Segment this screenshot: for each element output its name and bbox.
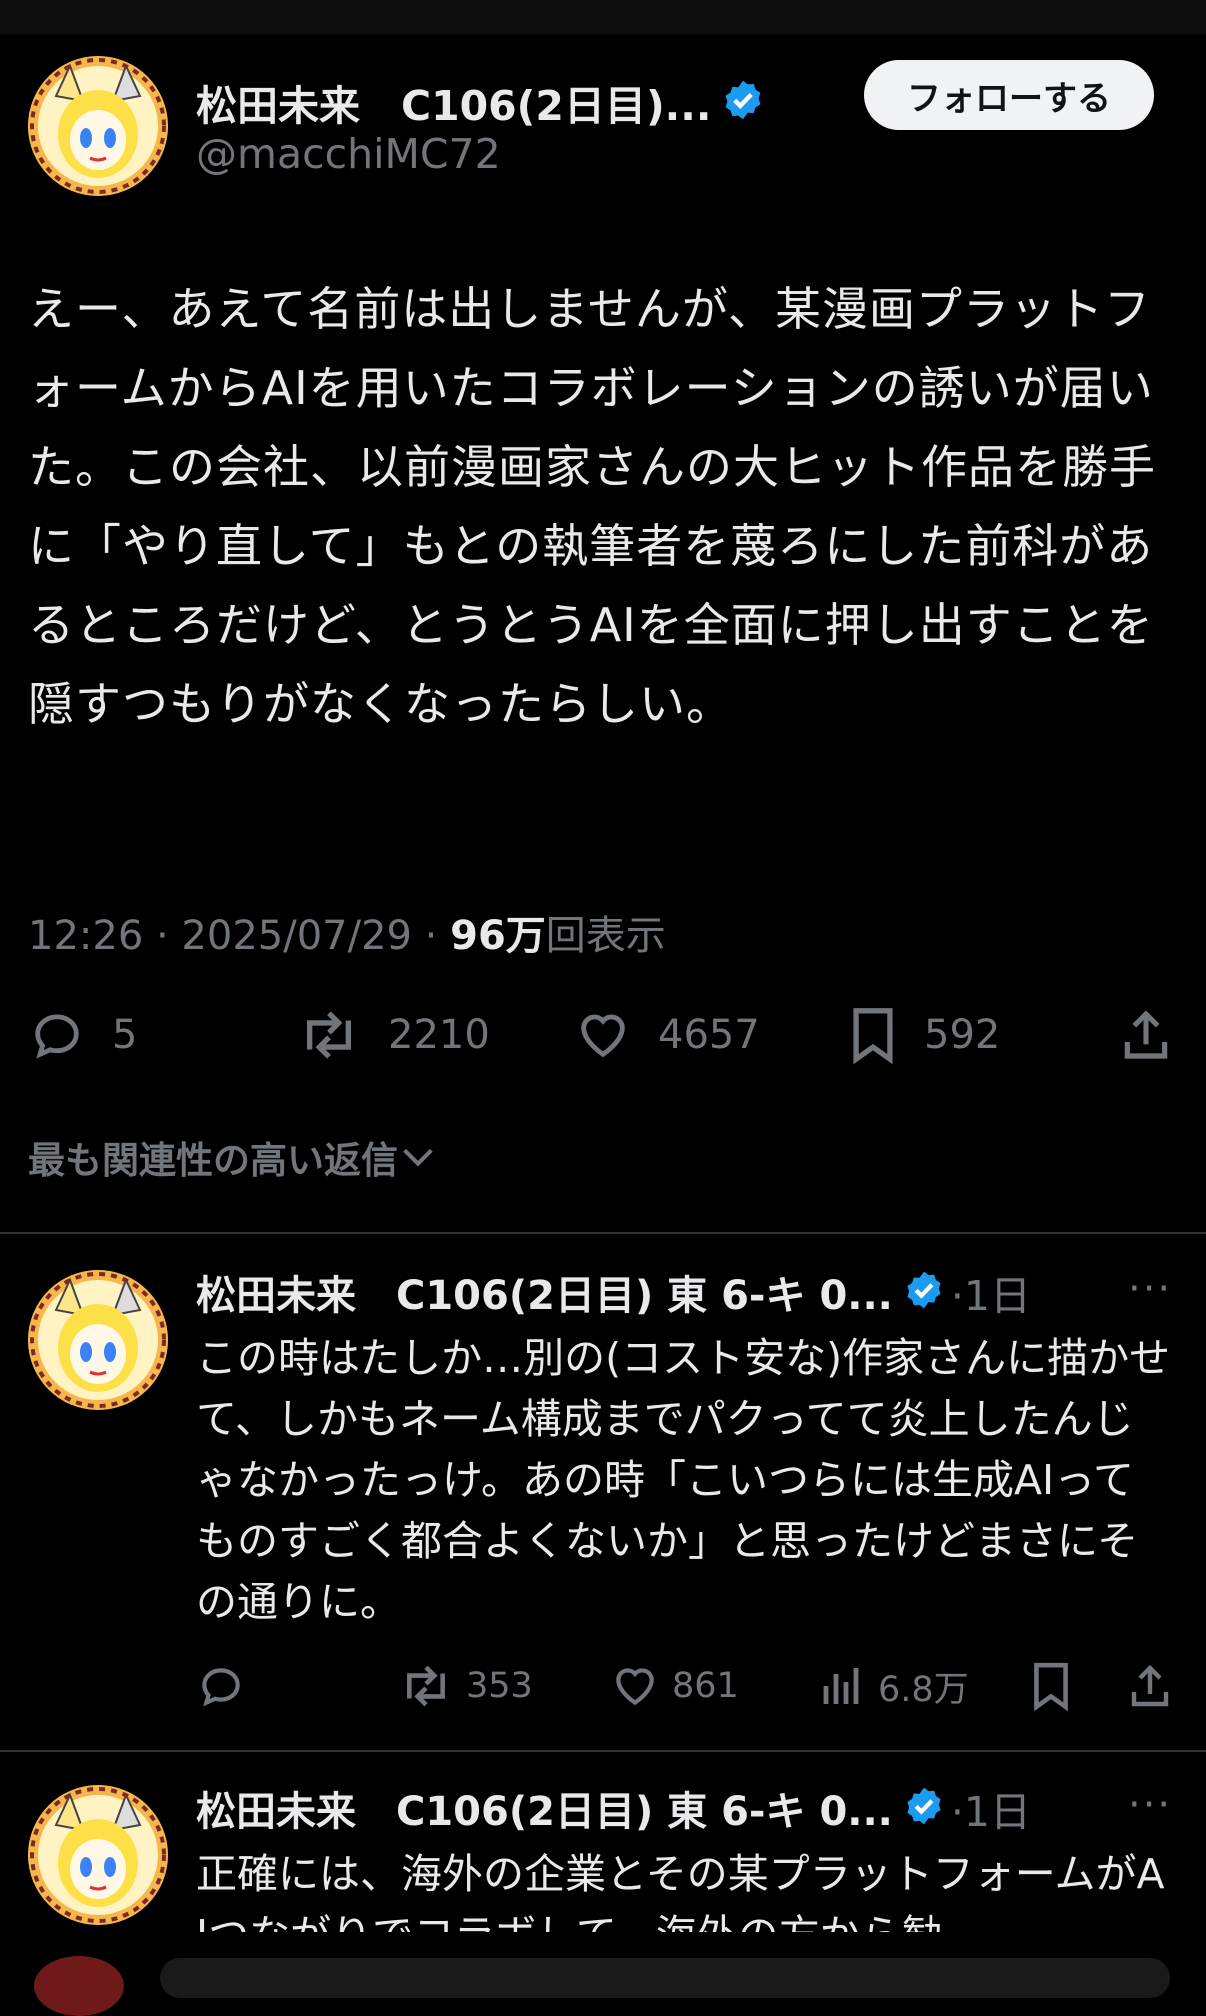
reply-like-count: 861 (672, 1666, 739, 1706)
author-avatar[interactable] (28, 56, 168, 196)
post-body: えー、あえて名前は出しませんが、某漫画プラットフォームからAIを用いたコラボレー… (28, 282, 1156, 731)
reply-sort-label: 最も関連性の高い返信 (28, 1139, 398, 1182)
bookmark-icon (1034, 1662, 1068, 1711)
heart-icon (581, 1014, 625, 1058)
bookmark-button[interactable]: 592 (848, 1000, 1000, 1070)
reply-repost-button[interactable]: 353 (398, 1656, 533, 1716)
view-count-label: 回表示 (545, 913, 666, 959)
reply-body: 正確には、海外の企業とその某プラットフォームがAIつながりでコラボして、海外の方… (196, 1850, 1165, 1932)
reply-action-bar: 353 861 6.8万 (0, 1656, 1206, 1716)
share-button[interactable] (1118, 1000, 1200, 1070)
reply-icon (35, 1014, 79, 1059)
heart-icon (616, 1668, 654, 1706)
follow-button[interactable]: フォローする (864, 60, 1154, 130)
reply-author-row: 松田未来 C106(2日目) 東 6-キ 0... ·1日 (196, 1778, 1031, 1838)
reply-view-count: 6.8万 (878, 1669, 969, 1710)
reply-author-name[interactable]: 松田未来 C106(2日目) 東 6-キ 0... (196, 1263, 893, 1321)
reply-count: 5 (112, 1012, 138, 1058)
reply-time[interactable]: ·1日 (951, 1262, 1031, 1322)
reply-sort-dropdown[interactable]: 最も関連性の高い返信 (28, 1130, 438, 1184)
reply-repost-count: 353 (466, 1666, 533, 1706)
reply-like-button[interactable]: 861 (610, 1656, 739, 1716)
more-options-icon[interactable]: ··· (1128, 1782, 1172, 1828)
reply-body: この時はたしか…別の(コスト安な)作家さんに描かせて、しかもネーム構成までパクっ… (196, 1334, 1171, 1626)
reply-time[interactable]: ·1日 (951, 1778, 1031, 1838)
reply-author-name[interactable]: 松田未来 C106(2日目) 東 6-キ 0... (196, 1779, 893, 1837)
reply-icon (202, 1668, 240, 1707)
view-count: 96万 (450, 913, 546, 959)
share-icon (1124, 1010, 1168, 1059)
reply-share-button[interactable] (1126, 1656, 1186, 1716)
verified-badge-icon (903, 1785, 945, 1831)
avatar-image-icon (28, 56, 168, 196)
compose-avatar (34, 1956, 124, 2016)
author-handle[interactable]: @macchiMC72 (196, 130, 501, 178)
repost-icon (307, 1011, 351, 1059)
analytics-icon (823, 1668, 859, 1704)
reply-author-row: 松田未来 C106(2日目) 東 6-キ 0... ·1日 (196, 1262, 1031, 1322)
reply-compose-input[interactable] (160, 1958, 1170, 1998)
post-timestamp[interactable]: 12:26 · 2025/07/29 · (28, 913, 450, 959)
post-action-bar: 5 2210 4657 592 (0, 1000, 1206, 1070)
author-name[interactable]: 松田未来 C106(2日目)... (196, 72, 711, 132)
reply-bookmark-button[interactable] (1030, 1656, 1084, 1716)
bookmark-icon (853, 1008, 893, 1064)
verified-badge-icon (903, 1269, 945, 1315)
avatar-image-icon (28, 1785, 168, 1925)
reply-button[interactable]: 5 (28, 1000, 137, 1070)
like-button[interactable]: 4657 (574, 1000, 760, 1070)
like-count: 4657 (658, 1012, 760, 1058)
bookmark-count: 592 (924, 1012, 1001, 1058)
author-name-row: 松田未来 C106(2日目)... (196, 72, 765, 132)
reply-avatar[interactable] (28, 1270, 168, 1410)
avatar-image-icon (28, 1270, 168, 1410)
divider (0, 1750, 1206, 1752)
post-meta: 12:26 · 2025/07/29 · 96万回表示 (28, 903, 666, 961)
reply-views-button[interactable]: 6.8万 (818, 1656, 969, 1716)
share-icon (1131, 1664, 1169, 1707)
chevron-down-icon (403, 1148, 433, 1167)
repost-count: 2210 (388, 1012, 490, 1058)
repost-button[interactable]: 2210 (296, 1000, 490, 1070)
reply-reply-button[interactable] (196, 1656, 258, 1716)
more-options-icon[interactable]: ··· (1128, 1266, 1172, 1312)
verified-badge-icon (721, 78, 765, 126)
reply-avatar[interactable] (28, 1785, 168, 1925)
repost-icon (407, 1665, 445, 1707)
divider (0, 1232, 1206, 1234)
